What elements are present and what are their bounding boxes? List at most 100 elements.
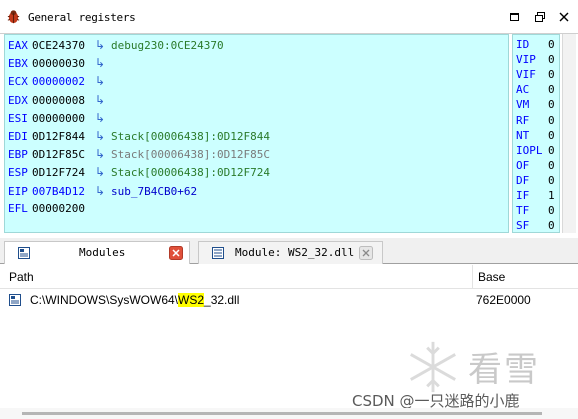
flag-value[interactable]: 0 [548, 128, 555, 143]
jump-arrow-icon[interactable]: ↳ [95, 164, 111, 180]
close-icon[interactable] [359, 246, 373, 260]
flag-name: IOPL [516, 143, 543, 157]
flag-value[interactable]: 0 [548, 97, 555, 112]
flag-row-id[interactable]: ID 0 [516, 37, 555, 52]
flag-name: IF [516, 189, 530, 202]
register-row-eip[interactable]: EIP 007B4D12 ↳ sub_7B4CB0+62 [8, 183, 197, 199]
flag-value[interactable]: 0 [548, 173, 555, 188]
module-icon [212, 247, 224, 259]
register-value[interactable]: 00000030 [32, 56, 95, 72]
register-row-eax[interactable]: EAX 0CE24370 ↳ debug230:0CE24370 [8, 37, 224, 53]
register-row-ecx[interactable]: ECX 00000002 ↳ [8, 73, 111, 89]
flag-name: VIP [516, 53, 536, 67]
close-icon[interactable] [169, 246, 183, 260]
register-value[interactable]: 007B4D12 [32, 184, 95, 200]
jump-arrow-icon[interactable]: ↳ [95, 37, 111, 53]
register-value[interactable]: 00000008 [32, 93, 95, 109]
flag-row-vip[interactable]: VIP 0 [516, 52, 555, 67]
flag-row-tf[interactable]: TF 0 [516, 203, 555, 218]
jump-arrow-icon[interactable]: ↳ [95, 55, 111, 71]
flag-row-vm[interactable]: VM 0 [516, 97, 555, 112]
maximize-icon[interactable] [508, 10, 522, 24]
flag-name: VIF [516, 68, 536, 82]
module-path-suffix: _32.dll [204, 293, 240, 307]
jump-arrow-icon[interactable]: ↳ [95, 110, 111, 126]
flag-value[interactable]: 0 [548, 203, 555, 218]
window-title: General registers [28, 11, 136, 24]
column-path[interactable]: Path [9, 270, 34, 284]
jump-arrow-icon[interactable]: ↳ [95, 183, 111, 199]
register-target[interactable]: debug230:0CE24370 [111, 38, 224, 54]
register-row-ebp[interactable]: EBP 0D12F85C ↳ Stack[00006438]:0D12F85C [8, 146, 270, 162]
bug-icon [7, 10, 20, 24]
tab-modules[interactable]: Modules [4, 241, 190, 264]
register-value[interactable]: 0D12F85C [32, 147, 95, 163]
jump-arrow-icon[interactable]: ↳ [95, 92, 111, 108]
jump-arrow-icon[interactable]: ↳ [95, 128, 111, 144]
horizontal-scrollbar[interactable] [0, 408, 578, 419]
tab-module-ws2-32[interactable]: Module: WS2_32.dll [198, 241, 383, 264]
register-name: EDI [8, 130, 28, 143]
flag-row-ac[interactable]: AC 0 [516, 82, 555, 97]
tab-modules-label: Modules [79, 246, 126, 259]
register-target[interactable]: Stack[00006438]:0D12F85C [111, 147, 270, 163]
register-target[interactable]: Stack[00006438]:0D12F724 [111, 165, 270, 181]
flag-row-nt[interactable]: NT 0 [516, 128, 555, 143]
register-value[interactable]: 0CE24370 [32, 38, 95, 54]
flag-value[interactable]: 0 [548, 218, 555, 233]
register-value[interactable]: 00000200 [32, 201, 95, 217]
flag-value[interactable]: 0 [548, 113, 555, 128]
flags-pane[interactable]: ID 0 VIP 0 VIF 0 AC 0 VM 0 RF 0 NT 0 IOPL 0 OF 0 DF 0 IF 1 TF 0… [512, 34, 560, 233]
module-icon [9, 294, 21, 306]
register-value[interactable]: 0D12F844 [32, 129, 95, 145]
register-row-ebx[interactable]: EBX 00000030 ↳ [8, 55, 111, 71]
flag-value[interactable]: 0 [548, 143, 555, 158]
restore-icon[interactable] [533, 10, 547, 24]
register-value[interactable]: 0D12F724 [32, 165, 95, 181]
registers-pane[interactable]: EAX 0CE24370 ↳ debug230:0CE24370 EBX 00000030… [4, 34, 509, 233]
flag-row-of[interactable]: OF 0 [516, 158, 555, 173]
register-row-esi[interactable]: ESI 00000000 ↳ [8, 110, 111, 126]
flag-value[interactable]: 0 [548, 37, 555, 52]
flag-name: TF [516, 204, 530, 218]
flag-value[interactable]: 0 [548, 82, 555, 97]
flag-row-sf[interactable]: SF 0 [516, 218, 555, 233]
flag-value[interactable]: 0 [548, 52, 555, 67]
column-divider[interactable] [472, 265, 473, 289]
flag-row-vif[interactable]: VIF 0 [516, 67, 555, 82]
modules-header: Path Base [0, 265, 578, 289]
module-path: C:\WINDOWS\SysWOW64\WS2_32.dll [30, 293, 239, 307]
modules-icon [18, 247, 30, 259]
register-row-esp[interactable]: ESP 0D12F724 ↳ Stack[00006438]:0D12F724 [8, 164, 270, 180]
register-target[interactable]: Stack[00006438]:0D12F844 [111, 129, 270, 145]
table-row[interactable]: C:\WINDOWS\SysWOW64\WS2_32.dll 762E0000 [0, 289, 578, 311]
register-row-edx[interactable]: EDX 00000008 ↳ [8, 92, 111, 108]
flag-value[interactable]: 0 [548, 67, 555, 82]
tab-bar: Modules Module: WS2_32.dll [0, 238, 578, 264]
register-row-efl[interactable]: EFL 00000200 [8, 201, 95, 217]
flag-name: DF [516, 173, 530, 187]
jump-arrow-icon[interactable]: ↳ [95, 146, 111, 162]
module-path-prefix: C:\WINDOWS\SysWOW64\ [30, 293, 178, 307]
register-value[interactable]: 00000000 [32, 111, 95, 127]
flag-row-iopl[interactable]: IOPL 0 [516, 143, 555, 158]
flag-value[interactable]: 0 [548, 158, 555, 173]
close-icon[interactable] [557, 10, 571, 24]
register-target[interactable]: sub_7B4CB0+62 [111, 184, 197, 200]
jump-arrow-icon[interactable]: ↳ [95, 73, 111, 89]
register-value[interactable]: 00000002 [32, 74, 95, 90]
register-name: ESP [8, 166, 28, 180]
flag-value[interactable]: 1 [548, 188, 555, 203]
tab-module-label: Module: WS2_32.dll [235, 246, 355, 259]
module-base: 762E0000 [476, 293, 531, 307]
column-base[interactable]: Base [478, 270, 505, 284]
register-row-edi[interactable]: EDI 0D12F844 ↳ Stack[00006438]:0D12F844 [8, 128, 270, 144]
flag-row-df[interactable]: DF 0 [516, 173, 555, 188]
flag-row-if[interactable]: IF 1 [516, 188, 555, 203]
register-name: EFL [8, 201, 28, 215]
register-name: ESI [8, 111, 28, 125]
flag-row-rf[interactable]: RF 0 [516, 113, 555, 128]
vertical-scrollbar[interactable] [562, 34, 576, 233]
scrollbar-thumb[interactable] [22, 412, 542, 415]
register-name: EBX [8, 57, 28, 71]
